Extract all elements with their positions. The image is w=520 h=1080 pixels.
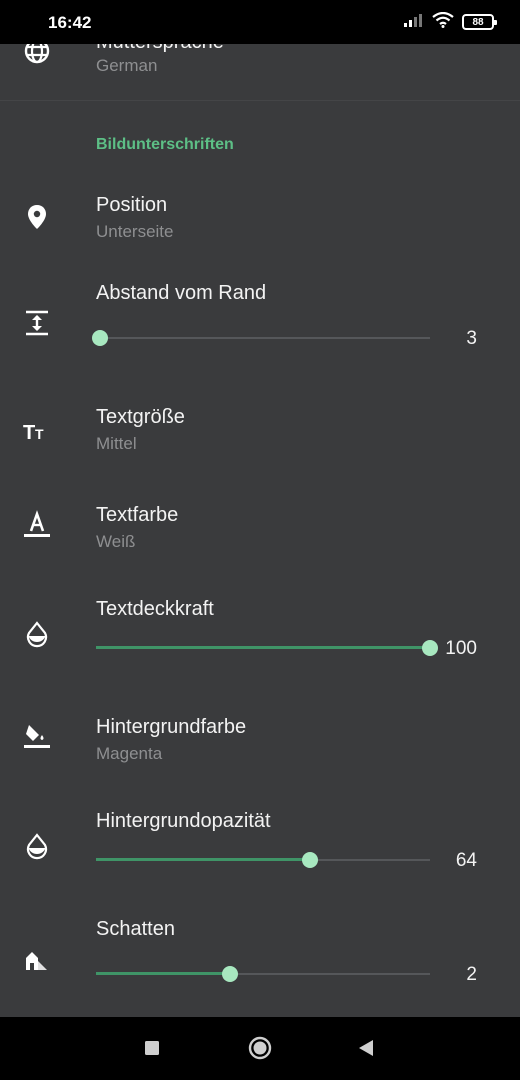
slider-thumb[interactable] xyxy=(302,852,318,868)
setting-title: Textdeckkraft xyxy=(96,598,214,620)
back-triangle-icon[interactable] xyxy=(356,1037,376,1064)
setting-shadow[interactable]: Schatten 2 xyxy=(0,908,520,1008)
slider-fill xyxy=(96,972,230,975)
slider-thumb[interactable] xyxy=(92,330,108,346)
background-opacity-slider[interactable] xyxy=(96,850,430,870)
slider-value: 3 xyxy=(466,328,477,349)
paint-bucket-icon xyxy=(22,722,52,752)
setting-summary: Magenta xyxy=(96,744,163,763)
status-bar: 16:42 88 xyxy=(0,0,520,44)
setting-title: Abstand vom Rand xyxy=(96,282,267,304)
slider-value: 64 xyxy=(455,850,477,871)
setting-title: Schatten xyxy=(96,918,175,940)
setting-summary: Unterseite xyxy=(96,222,174,241)
status-time: 16:42 xyxy=(48,13,92,32)
slider-thumb[interactable] xyxy=(222,966,238,982)
status-icons: 88 xyxy=(404,11,497,33)
setting-title: Muttersprache xyxy=(96,44,224,54)
section-header: Bildunterschriften xyxy=(96,136,234,153)
home-circle-icon[interactable] xyxy=(246,1036,274,1065)
text-opacity-slider[interactable] xyxy=(96,638,438,658)
setting-background-color[interactable]: Hintergrundfarbe Magenta xyxy=(0,698,520,786)
slider-value: 2 xyxy=(466,964,477,985)
vertical-spacing-icon xyxy=(22,308,52,338)
slider-track xyxy=(96,337,430,339)
svg-text:T: T xyxy=(35,426,44,442)
setting-summary: Mittel xyxy=(96,434,137,453)
shadow-slider[interactable] xyxy=(96,964,430,984)
setting-text-opacity[interactable]: Textdeckkraft 100 xyxy=(0,582,520,682)
setting-native-language[interactable]: Muttersprache German xyxy=(0,44,520,100)
shadow-icon xyxy=(22,946,52,976)
setting-position[interactable]: Position Unterseite xyxy=(0,174,520,262)
divider xyxy=(0,100,520,101)
setting-title: Textgröße xyxy=(96,406,185,428)
setting-edge-distance[interactable]: Abstand vom Rand 3 xyxy=(0,266,520,366)
battery-level: 88 xyxy=(472,16,484,28)
setting-title: Hintergrundfarbe xyxy=(96,716,247,738)
navigation-bar xyxy=(0,1017,520,1080)
battery-icon: 88 xyxy=(462,14,497,30)
globe-icon xyxy=(22,44,52,66)
text-color-icon xyxy=(22,510,52,540)
setting-summary: Weiß xyxy=(96,532,136,551)
setting-title: Hintergrundopazität xyxy=(96,810,271,832)
slider-fill xyxy=(96,646,430,649)
setting-summary: German xyxy=(96,56,158,75)
edge-distance-slider[interactable] xyxy=(92,328,430,348)
wifi-icon xyxy=(432,11,454,33)
setting-title: Position xyxy=(96,194,168,216)
signal-icon xyxy=(404,13,424,32)
setting-text-size[interactable]: T T Textgröße Mittel xyxy=(0,388,520,476)
setting-background-opacity[interactable]: Hintergrundopazität 64 xyxy=(0,794,520,894)
settings-list[interactable]: Muttersprache German Bildunterschriften … xyxy=(0,44,520,1017)
opacity-drop-icon xyxy=(22,619,52,649)
slider-thumb[interactable] xyxy=(422,640,438,656)
svg-text:T: T xyxy=(23,422,35,444)
slider-fill xyxy=(96,858,310,861)
recents-square-icon[interactable] xyxy=(143,1037,161,1064)
location-pin-icon xyxy=(22,202,52,232)
setting-text-color[interactable]: Textfarbe Weiß xyxy=(0,486,520,574)
text-size-icon: T T xyxy=(22,416,52,446)
slider-value: 100 xyxy=(445,638,477,659)
opacity-drop-icon xyxy=(22,831,52,861)
setting-title: Textfarbe xyxy=(96,504,179,526)
